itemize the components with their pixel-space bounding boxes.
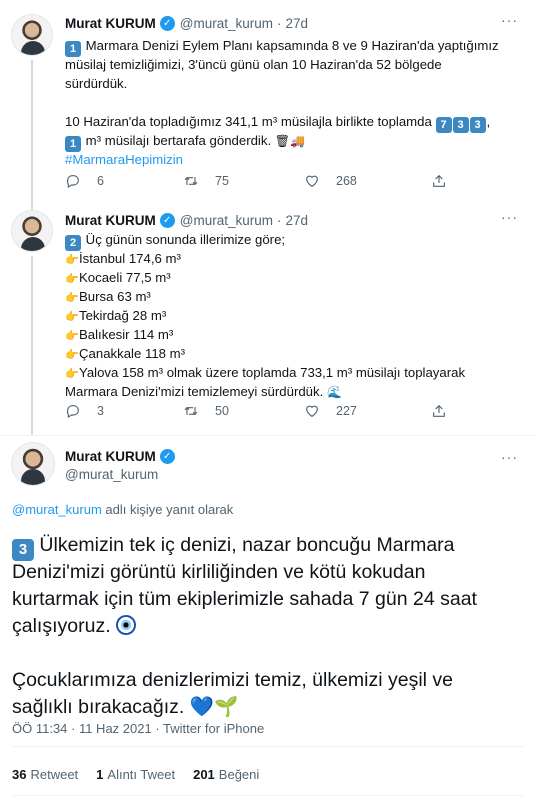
- retweet-count: 75: [215, 174, 229, 188]
- finger-pointing-icon: 👉: [65, 292, 79, 304]
- tweet-text: 1 Marmara Denizi Eylem Planı kapsamında …: [65, 36, 525, 169]
- tweet-actions: 3 50 227: [65, 403, 445, 421]
- reply-handle-link[interactable]: @murat_kurum: [12, 502, 102, 517]
- retweets-stat[interactable]: 36 Retweet: [12, 767, 78, 782]
- finger-pointing-icon: 👉: [65, 330, 79, 342]
- reply-button[interactable]: 3: [65, 403, 104, 419]
- share-icon: [433, 404, 445, 417]
- truck-icon: 🚚: [290, 134, 305, 148]
- retweet-icon: [184, 406, 198, 416]
- share-button[interactable]: [431, 403, 447, 419]
- hashtag-link[interactable]: #MarmaraHepimizin: [65, 150, 525, 169]
- display-name[interactable]: Murat KURUM: [65, 16, 156, 31]
- seedling-icon: 🌱: [214, 696, 239, 718]
- timestamp[interactable]: 27d: [285, 16, 308, 31]
- blue-heart-icon: 💙: [189, 696, 215, 718]
- tweet-timestamp[interactable]: ÖÖ 11:34 · 11 Haz 2021 · Twitter for iPh…: [12, 721, 264, 736]
- tweet-stats: 36 Retweet 1 Alıntı Tweet 201 Beğeni: [12, 767, 259, 782]
- retweet-count: 50: [215, 404, 229, 418]
- retweet-icon: [184, 176, 198, 186]
- focused-tweet: Murat KURUM ✓ @murat_kurum ··· @murat_ku…: [0, 436, 536, 802]
- like-count: 268: [336, 174, 357, 188]
- finger-pointing-icon: 👉: [65, 368, 79, 380]
- retweet-button[interactable]: 75: [183, 173, 229, 189]
- like-count: 227: [336, 404, 357, 418]
- handle[interactable]: @murat_kurum: [180, 213, 273, 228]
- avatar[interactable]: [11, 442, 55, 486]
- thread-line: [31, 256, 33, 435]
- thread-line: [31, 60, 33, 205]
- more-icon[interactable]: ···: [501, 12, 518, 28]
- finger-pointing-icon: 👉: [65, 311, 79, 323]
- tweet-header: Murat KURUM ✓ @murat_kurum · 27d: [65, 14, 308, 32]
- reply-count: 3: [97, 404, 104, 418]
- avatar[interactable]: [11, 14, 53, 56]
- verified-badge-icon: ✓: [159, 15, 175, 31]
- like-button[interactable]: 268: [304, 173, 357, 189]
- separator: ·: [276, 15, 282, 31]
- replying-to: @murat_kurum adlı kişiye yanıt olarak: [12, 502, 234, 517]
- keycap-icon: 2: [65, 235, 81, 251]
- tweet-header: Murat KURUM ✓ @murat_kurum · 27d: [65, 211, 308, 229]
- display-name[interactable]: Murat KURUM: [65, 449, 156, 464]
- like-button[interactable]: 227: [304, 403, 357, 419]
- reply-icon: [66, 405, 79, 419]
- handle[interactable]: @murat_kurum: [65, 467, 158, 482]
- more-icon[interactable]: ···: [501, 449, 518, 465]
- more-icon[interactable]: ···: [501, 209, 518, 225]
- like-icon: [306, 405, 318, 418]
- tweet-text: 3 Ülkemizin tek iç denizi, nazar boncuğu…: [12, 534, 477, 718]
- display-name[interactable]: Murat KURUM: [65, 213, 156, 228]
- divider: [12, 746, 524, 747]
- tweet-2[interactable]: Murat KURUM ✓ @murat_kurum · 27d ··· 2 Ü…: [0, 205, 536, 435]
- verified-badge-icon: ✓: [159, 212, 175, 228]
- handle[interactable]: @murat_kurum: [180, 16, 273, 31]
- retweet-button[interactable]: 50: [183, 403, 229, 419]
- finger-pointing-icon: 👉: [65, 254, 79, 266]
- reply-count: 6: [97, 174, 104, 188]
- likes-stat[interactable]: 201 Beğeni: [193, 767, 259, 782]
- reply-button[interactable]: 6: [65, 173, 104, 189]
- keycap-icon: 3: [12, 539, 34, 561]
- wave-icon: 🌊: [326, 385, 342, 399]
- tweet-header: Murat KURUM ✓: [65, 447, 180, 465]
- tweet-1[interactable]: Murat KURUM ✓ @murat_kurum · 27d ··· 1 M…: [0, 0, 536, 205]
- quotes-stat[interactable]: 1 Alıntı Tweet: [96, 767, 175, 782]
- nazar-eye-icon: [116, 615, 137, 635]
- tweet-actions: 6 75 268: [65, 173, 445, 191]
- share-button[interactable]: [431, 173, 447, 189]
- wastebasket-icon: 🗑: [274, 134, 291, 148]
- reply-icon: [66, 175, 79, 189]
- finger-pointing-icon: 👉: [65, 349, 79, 361]
- tweet-text: 2 Üç günün sonunda illerimize göre; 👉İst…: [65, 231, 525, 402]
- separator: ·: [276, 212, 282, 228]
- avatar[interactable]: [11, 210, 53, 252]
- share-icon: [433, 174, 445, 187]
- timestamp[interactable]: 27d: [285, 213, 308, 228]
- divider: [12, 795, 524, 796]
- verified-badge-icon: ✓: [159, 448, 175, 464]
- handle-row: @murat_kurum: [65, 465, 158, 483]
- like-icon: [306, 175, 318, 188]
- finger-pointing-icon: 👉: [65, 273, 79, 285]
